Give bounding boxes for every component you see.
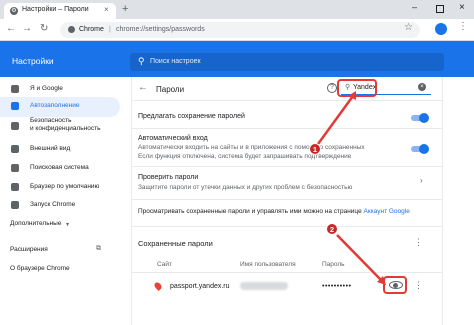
arrow-line-2 — [336, 234, 383, 282]
arrow-line-1 — [316, 95, 355, 145]
annotation-arrows — [316, 91, 386, 285]
step-2-badge: 2 — [326, 223, 338, 235]
step-1-badge: 1 — [309, 143, 321, 155]
